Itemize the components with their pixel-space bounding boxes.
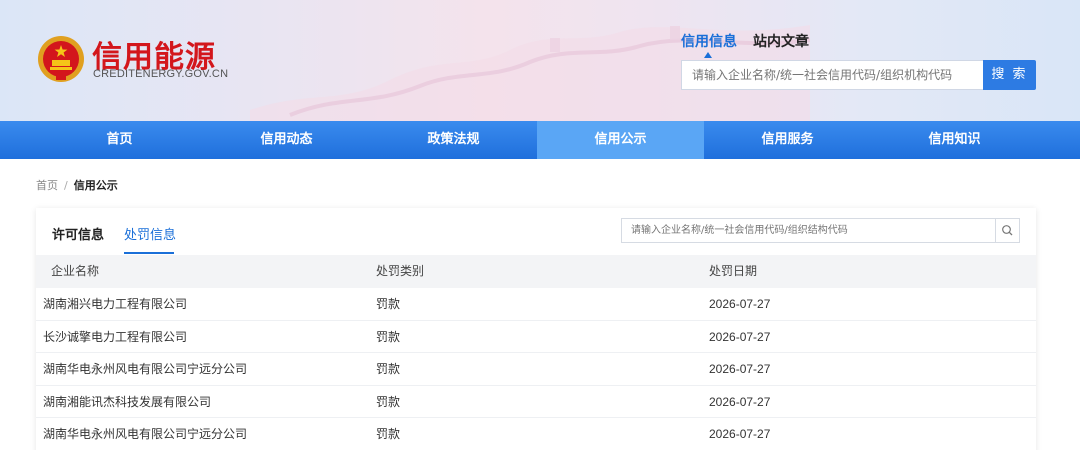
penalty-type: 罚款 [376, 362, 401, 376]
nav-item-policies[interactable]: 政策法规 [370, 121, 537, 159]
breadcrumb: 首页 / 信用公示 [36, 177, 118, 193]
breadcrumb-home[interactable]: 首页 [36, 179, 58, 192]
penalty-date: 2026-07-27 [709, 362, 771, 376]
active-tab-caret [704, 52, 712, 58]
active-tab-underline [124, 252, 174, 254]
company-name[interactable]: 湖南华电永州风电有限公司宁远分公司 [36, 418, 370, 450]
header-tab-credit-info[interactable]: 信用信息 [681, 31, 737, 51]
site-subtitle: CREDITENERGY.GOV.CN [93, 68, 229, 80]
breadcrumb-current: 信用公示 [73, 179, 118, 192]
company-name[interactable]: 湖南湘兴电力工程有限公司 [36, 288, 370, 320]
header-tab-site-articles[interactable]: 站内文章 [753, 31, 809, 51]
header-banner: 信用能源 CREDITENERGY.GOV.CN 信用信息 站内文章 搜 索 [0, 0, 1080, 121]
nav-item-credit-publicity[interactable]: 信用公示 [537, 121, 704, 159]
penalty-table: 企业名称 处罚类别 处罚日期 湖南湘兴电力工程有限公司 罚款 2026-07-2… [36, 255, 1036, 450]
table-row[interactable]: 湖南湘兴电力工程有限公司 罚款 2026-07-27 [36, 288, 1036, 321]
penalty-panel: 许可信息 处罚信息 企业名称 处罚类别 处罚日期 湖南湘兴电力工程有限公司 罚款… [36, 208, 1036, 450]
header-search-input[interactable] [681, 60, 983, 90]
table-header: 企业名称 处罚类别 处罚日期 [36, 255, 1036, 288]
column-header-penalty-date: 处罚日期 [709, 264, 758, 278]
penalty-date: 2026-07-27 [709, 427, 771, 441]
panel-search-input[interactable] [621, 218, 995, 243]
header-search: 搜 索 [681, 60, 1036, 90]
panel-search [621, 218, 1020, 243]
penalty-type: 罚款 [376, 329, 401, 344]
nav-item-credit-knowledge[interactable]: 信用知识 [871, 121, 1038, 159]
nav-item-credit-news[interactable]: 信用动态 [203, 121, 370, 159]
tab-penalty-info[interactable]: 处罚信息 [124, 224, 176, 243]
penalty-date: 2026-07-27 [709, 329, 771, 344]
penalty-date: 2026-07-27 [709, 297, 771, 311]
header-search-button[interactable]: 搜 索 [983, 60, 1036, 90]
nav-item-credit-services[interactable]: 信用服务 [704, 121, 871, 159]
breadcrumb-separator: / [64, 179, 68, 192]
company-name[interactable]: 湖南华电永州风电有限公司宁远分公司 [36, 353, 370, 385]
table-row[interactable]: 湖南湘能讯杰科技发展有限公司 罚款 2026-07-27 [36, 386, 1036, 418]
column-header-company: 企业名称 [51, 264, 100, 278]
site-logo[interactable]: 信用能源 CREDITENERGY.GOV.CN [36, 34, 236, 84]
national-emblem-icon [38, 36, 84, 82]
main-nav: 首页 信用动态 政策法规 信用公示 信用服务 信用知识 [0, 121, 1080, 159]
penalty-date: 2026-07-27 [709, 394, 771, 409]
column-header-penalty-type: 处罚类别 [376, 264, 425, 278]
penalty-type: 罚款 [376, 394, 401, 409]
tab-license-info[interactable]: 许可信息 [52, 224, 104, 243]
panel-search-button[interactable] [995, 218, 1020, 243]
company-name[interactable]: 湖南湘能讯杰科技发展有限公司 [36, 386, 370, 418]
search-icon [1002, 225, 1013, 236]
table-row[interactable]: 湖南华电永州风电有限公司宁远分公司 罚款 2026-07-27 [36, 418, 1036, 450]
table-row[interactable]: 长沙诚擎电力工程有限公司 罚款 2026-07-27 [36, 321, 1036, 353]
penalty-type: 罚款 [376, 427, 401, 441]
nav-item-home[interactable]: 首页 [36, 121, 203, 159]
table-row[interactable]: 湖南华电永州风电有限公司宁远分公司 罚款 2026-07-27 [36, 353, 1036, 386]
company-name[interactable]: 长沙诚擎电力工程有限公司 [36, 321, 370, 353]
penalty-type: 罚款 [376, 297, 401, 311]
